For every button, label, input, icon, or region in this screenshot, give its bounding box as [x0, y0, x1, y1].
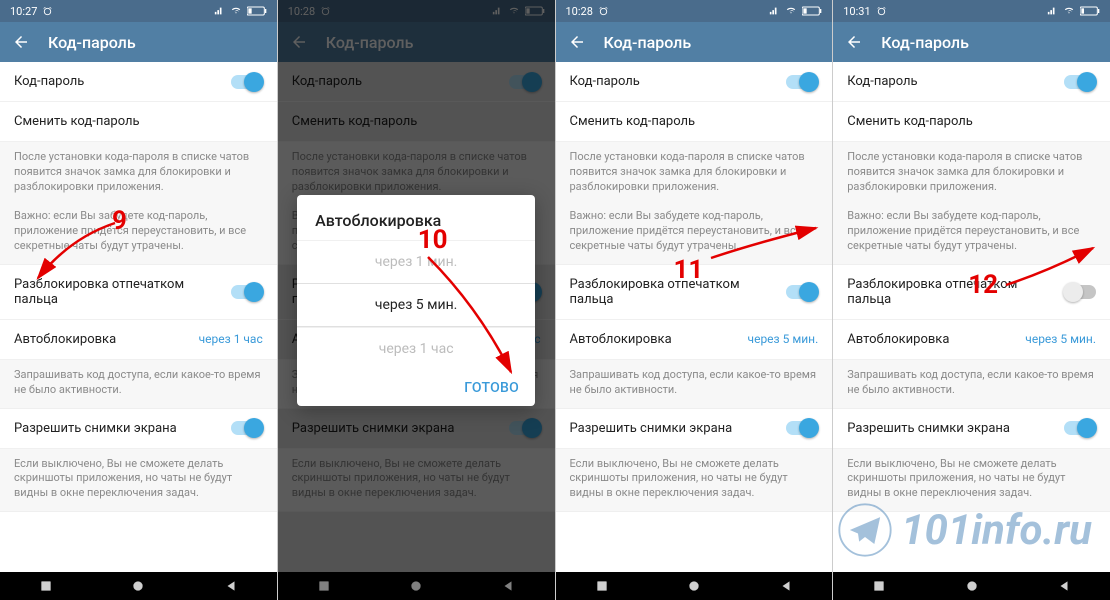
fingerprint-row[interactable]: Разблокировка отпечатком пальца	[833, 265, 1110, 320]
passcode-toggle[interactable]	[231, 75, 263, 89]
alarm-icon	[598, 6, 609, 17]
battery-icon	[802, 6, 822, 16]
fingerprint-toggle[interactable]	[231, 285, 263, 299]
done-button[interactable]: ГОТОВО	[464, 380, 519, 396]
change-passcode-row[interactable]: Сменить код-пароль	[833, 102, 1110, 142]
clock-text: 10:31	[843, 5, 870, 18]
screenshots-row-setting[interactable]: Разрешить снимки экрана	[833, 409, 1110, 449]
option-1hour[interactable]: через 1 час	[297, 327, 535, 370]
clock-text: 10:28	[566, 5, 593, 18]
signal-icon	[1046, 6, 1058, 16]
passcode-row[interactable]: Код-пароль	[833, 62, 1110, 102]
screenshots-label: Разрешить снимки экрана	[14, 421, 177, 436]
autolock-note: Запрашивать код доступа, если какое-то в…	[0, 360, 277, 409]
watermark-text: 101info.ru	[901, 506, 1092, 555]
wifi-icon	[229, 6, 243, 16]
home-icon[interactable]	[131, 579, 145, 593]
settings-content: Код-пароль Сменить код-пароль После уста…	[0, 62, 277, 572]
autolock-label: Автоблокировка	[14, 332, 116, 347]
alarm-icon	[876, 6, 887, 17]
page-title: Код-пароль	[48, 33, 136, 52]
recents-icon[interactable]	[595, 579, 609, 593]
clock-text: 10:27	[10, 5, 37, 18]
nav-bar	[556, 572, 833, 600]
passcode-row[interactable]: Код-пароль	[0, 62, 277, 102]
autolock-value: через 1 час	[199, 332, 263, 346]
app-bar: Код-пароль	[0, 22, 277, 62]
fingerprint-row[interactable]: Разблокировка отпечатком пальца	[556, 265, 833, 320]
telegram-icon	[837, 502, 893, 558]
option-5min[interactable]: через 5 мин.	[297, 283, 535, 327]
fingerprint-toggle[interactable]	[786, 285, 818, 299]
passcode-row[interactable]: Код-пароль	[556, 62, 833, 102]
battery-icon	[247, 6, 267, 16]
signal-icon	[768, 6, 780, 16]
status-bar: 10:27	[0, 0, 277, 22]
screenshots-note: Если выключено, Вы не сможете делать скр…	[0, 449, 277, 513]
alarm-icon	[42, 6, 53, 17]
change-passcode-row[interactable]: Сменить код-пароль	[556, 102, 833, 142]
back-icon[interactable]	[845, 33, 863, 51]
passcode-label: Код-пароль	[14, 74, 84, 89]
page-title: Код-пароль	[604, 33, 692, 52]
passcode-toggle[interactable]	[1064, 75, 1096, 89]
signal-icon	[213, 6, 225, 16]
dialog-title: Автоблокировка	[297, 195, 535, 240]
recents-icon[interactable]	[39, 579, 53, 593]
screenshots-toggle[interactable]	[786, 421, 818, 435]
change-passcode-label: Сменить код-пароль	[14, 114, 140, 129]
page-title: Код-пароль	[881, 33, 969, 52]
back-icon[interactable]	[12, 33, 30, 51]
settings-content: Код-пароль Сменить код-пароль После уста…	[833, 62, 1110, 572]
recents-icon[interactable]	[872, 579, 886, 593]
phone-screen-3: 10:28 Код-пароль Код-пароль Сменить код-…	[556, 0, 833, 600]
phone-screen-2: 10:28 Код-пароль Код-пароль Сменить код-…	[278, 0, 555, 600]
option-1min[interactable]: через 1 мин.	[297, 240, 535, 283]
fingerprint-toggle[interactable]	[1064, 285, 1096, 299]
autolock-row[interactable]: Автоблокировкачерез 5 мин.	[833, 320, 1110, 360]
screenshots-toggle[interactable]	[231, 421, 263, 435]
screenshots-row-setting[interactable]: Разрешить снимки экрана	[0, 409, 277, 449]
settings-content: Код-пароль Сменить код-пароль После уста…	[556, 62, 833, 572]
app-bar: Код-пароль	[833, 22, 1110, 62]
home-icon[interactable]	[687, 579, 701, 593]
passcode-toggle[interactable]	[786, 75, 818, 89]
nav-bar	[833, 572, 1110, 600]
status-bar: 10:31	[833, 0, 1110, 22]
fingerprint-row[interactable]: Разблокировка отпечатком пальца	[0, 265, 277, 320]
autolock-row[interactable]: Автоблокировка через 1 час	[0, 320, 277, 360]
autolock-dialog: Автоблокировка через 1 мин. через 5 мин.…	[297, 195, 535, 406]
app-bar: Код-пароль	[556, 22, 833, 62]
screenshots-toggle[interactable]	[1064, 421, 1096, 435]
back-icon[interactable]	[568, 33, 586, 51]
battery-icon	[1080, 6, 1100, 16]
back-nav-icon[interactable]	[1057, 579, 1071, 593]
screenshots-row-setting[interactable]: Разрешить снимки экрана	[556, 409, 833, 449]
wifi-icon	[784, 6, 798, 16]
status-bar: 10:28	[556, 0, 833, 22]
nav-bar	[0, 572, 277, 600]
autolock-row[interactable]: Автоблокировкачерез 5 мин.	[556, 320, 833, 360]
back-nav-icon[interactable]	[224, 579, 238, 593]
modal-overlay[interactable]: Автоблокировка через 1 мин. через 5 мин.…	[278, 0, 555, 600]
home-icon[interactable]	[965, 579, 979, 593]
phone-screen-1: 10:27 Код-пароль Код-пароль Сменить код-…	[0, 0, 277, 600]
watermark: 101info.ru	[837, 502, 1092, 558]
wifi-icon	[1062, 6, 1076, 16]
back-nav-icon[interactable]	[779, 579, 793, 593]
passcode-note: После установки кода-пароля в списке чат…	[0, 142, 277, 265]
fingerprint-label: Разблокировка отпечатком пальца	[14, 277, 231, 307]
change-passcode-row[interactable]: Сменить код-пароль	[0, 102, 277, 142]
